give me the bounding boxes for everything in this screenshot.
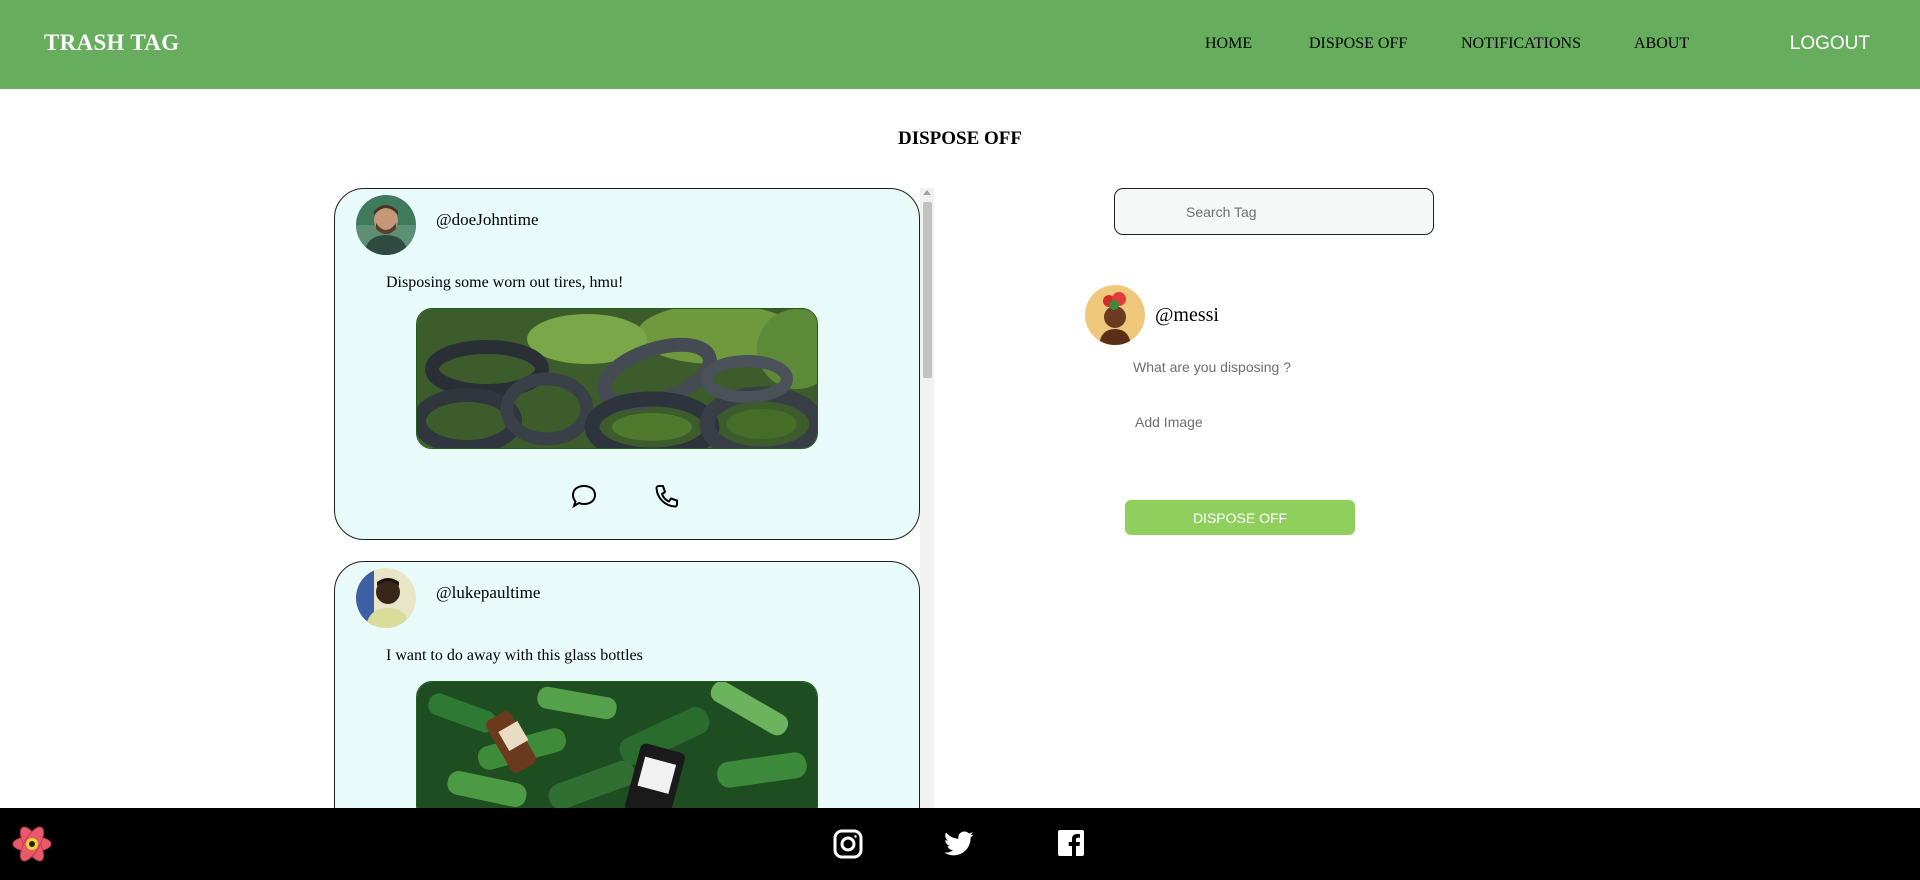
twitter-icon[interactable] [943,828,975,860]
user-avatar[interactable] [356,195,416,255]
posts-feed[interactable]: @doeJohntime Disposing some worn out tir… [334,188,934,808]
feed-scrollbar[interactable] [920,188,934,808]
disposing-description-input[interactable] [1133,356,1433,378]
post-text: I want to do away with this glass bottle… [386,647,643,664]
worn-tires-photo [416,308,818,449]
dispose-off-button[interactable]: DISPOSE OFF [1125,500,1355,535]
phone-icon[interactable] [653,482,681,510]
current-user-avatar[interactable] [1085,285,1145,345]
current-username: @messi [1155,304,1219,326]
react-logo-icon[interactable] [10,822,54,866]
post-card: @lukepaultime I want to do away with thi… [334,561,920,808]
nav-notifications[interactable]: NOTIFICATIONS [1461,35,1581,53]
search-tag-input[interactable] [1114,188,1434,235]
post-card: @doeJohntime Disposing some worn out tir… [334,188,920,540]
nav-dispose-off[interactable]: DISPOSE OFF [1309,35,1407,53]
user-avatar[interactable] [356,568,416,628]
scroll-thumb[interactable] [923,202,932,378]
page-title: DISPOSE OFF [897,128,1023,149]
brand-logo-text[interactable]: TRASH TAG [44,30,179,56]
facebook-icon[interactable] [1056,828,1088,860]
nav-about[interactable]: ABOUT [1634,35,1689,53]
post-username[interactable]: @lukepaultime [436,583,540,603]
post-username[interactable]: @doeJohntime [436,210,539,230]
add-image-button[interactable]: Add Image [1135,414,1203,430]
glass-bottles-photo [416,681,818,808]
top-navbar: TRASH TAG HOME DISPOSE OFF NOTIFICATIONS… [0,0,1920,89]
post-text: Disposing some worn out tires, hmu! [386,274,624,291]
nav-home[interactable]: HOME [1205,35,1252,53]
logout-button[interactable]: LOGOUT [1790,33,1870,55]
comment-icon[interactable] [570,482,598,510]
scroll-up-arrow-icon[interactable] [923,190,931,195]
footer [0,808,1920,880]
instagram-icon[interactable] [832,828,864,860]
